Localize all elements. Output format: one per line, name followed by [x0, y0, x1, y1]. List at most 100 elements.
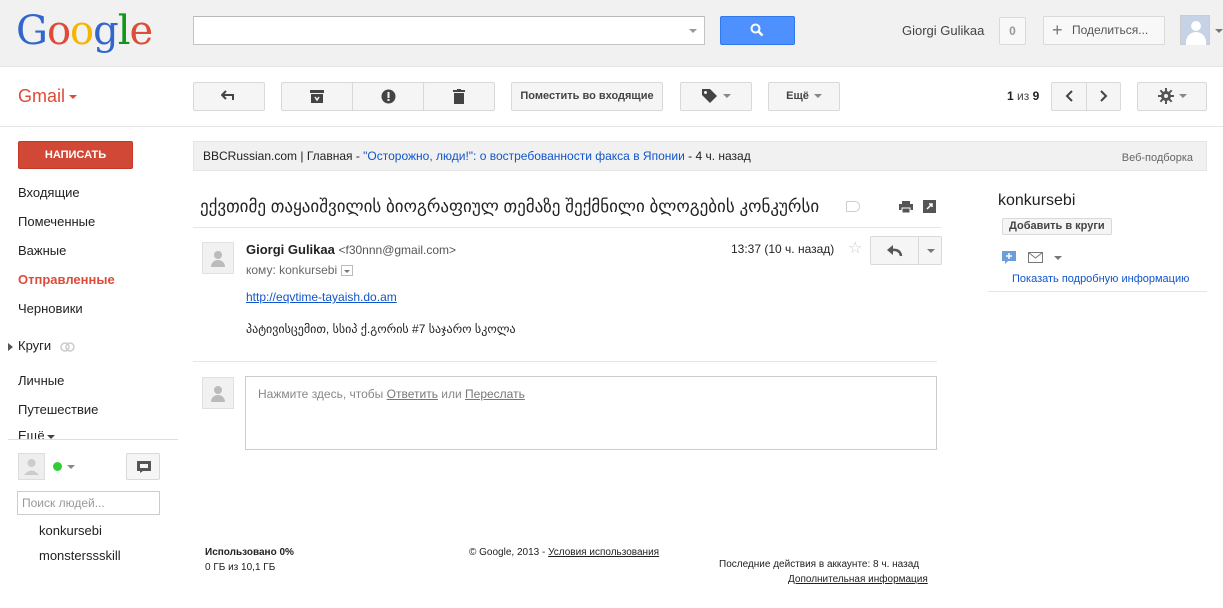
plus-icon: + — [1052, 20, 1063, 40]
reply-link[interactable]: Ответить — [387, 387, 438, 401]
avatar-body-shape — [211, 260, 225, 267]
labels-button[interactable] — [680, 82, 752, 111]
activity-details-text[interactable]: Дополнительная информация — [788, 574, 928, 585]
archive-icon — [310, 89, 324, 103]
search-button[interactable] — [720, 16, 795, 45]
compose-button[interactable]: НАПИСАТЬ — [18, 141, 133, 169]
logo-letter: e — [129, 8, 154, 54]
avatar-head-shape — [214, 251, 222, 259]
star-icon[interactable]: ☆ — [848, 238, 862, 258]
circles-label: Круги — [18, 338, 52, 353]
page-total: 9 — [1032, 89, 1040, 103]
sidebar-item-travel[interactable]: Путешествие — [18, 402, 178, 417]
delete-button[interactable] — [423, 82, 495, 111]
sidebar-item-personal[interactable]: Личные — [18, 373, 178, 388]
forward-link[interactable]: Переслать — [465, 387, 525, 401]
people-search-input[interactable]: Поиск людей... — [17, 491, 160, 515]
message-actions-dropdown[interactable] — [918, 236, 942, 265]
sidebar-item-important[interactable]: Важные — [18, 243, 178, 258]
avatar-head-shape — [214, 386, 222, 394]
reply-avatar — [202, 377, 234, 409]
message-body: პატივისცემით, სსიპ ქ.გორის #7 საჯარო სკო… — [246, 322, 516, 336]
activity-details-link[interactable]: Дополнительная информация — [788, 574, 928, 585]
contact-actions — [1002, 249, 1063, 265]
gmail-menu[interactable]: Gmail — [18, 86, 78, 107]
page-current: 1 — [1007, 89, 1014, 103]
share-button[interactable]: + Поделиться... — [1043, 16, 1165, 45]
web-clip-tag[interactable]: Веб-подборка — [1122, 144, 1193, 172]
last-activity: Последние действия в аккаунте: 8 ч. наза… — [719, 559, 920, 570]
back-button[interactable] — [193, 82, 265, 111]
video-chat-button[interactable] — [126, 453, 160, 480]
web-clip-banner: BBCRussian.com | Главная - "Осторожно, л… — [193, 141, 1207, 171]
storage-usage-title: Использовано 0% — [205, 547, 294, 558]
chevron-left-icon — [1065, 90, 1073, 102]
web-clip-headline-link[interactable]: "Осторожно, люди!": о востребованности ф… — [363, 149, 685, 163]
sender-name: Giorgi Gulikaa — [246, 242, 335, 257]
avatar-body-shape — [211, 395, 225, 402]
search-options-chevron-icon[interactable] — [689, 29, 697, 33]
google-logo[interactable]: Google — [16, 8, 154, 54]
more-button[interactable]: Ещё — [768, 82, 840, 111]
storage-usage-detail: 0 ГБ из 10,1 ГБ — [205, 562, 276, 573]
move-to-inbox-button[interactable]: Поместить во входящие — [511, 82, 663, 111]
video-icon — [137, 461, 151, 473]
older-button[interactable] — [1086, 82, 1121, 111]
sidebar-item-inbox[interactable]: Входящие — [18, 185, 178, 200]
mail-icon[interactable] — [1027, 252, 1043, 264]
chevron-down-icon — [722, 94, 731, 99]
label-icon[interactable] — [846, 201, 860, 212]
chat-avatar[interactable] — [18, 453, 45, 480]
message-link[interactable]: http://eqvtime-tayaish.do.am — [246, 290, 397, 304]
chevron-down-icon[interactable] — [1054, 255, 1063, 260]
logo-letter: G — [16, 8, 48, 54]
person-icon — [24, 459, 39, 475]
search-icon — [750, 23, 764, 37]
archive-button[interactable] — [281, 82, 353, 111]
search-input[interactable] — [193, 16, 705, 45]
status-chevron-icon[interactable] — [67, 465, 75, 469]
chevron-down-icon — [69, 95, 78, 100]
more-label: Ещё — [786, 90, 809, 102]
sidebar-item-circles[interactable]: Круги — [8, 338, 168, 353]
sidebar-divider — [8, 439, 178, 440]
sidebar-item-starred[interactable]: Помеченные — [18, 214, 178, 229]
top-bar: Google Giorgi Gulikaa 0 + Поделиться... — [0, 0, 1223, 67]
contact-item[interactable]: monstersss­kill — [39, 548, 121, 563]
sender-email: <f30nnn@gmail.com> — [338, 243, 457, 257]
web-clip-source: BBCRussian.com | Главная - — [203, 149, 364, 163]
reply-box[interactable]: Нажмите здесь, чтобы Ответить или Пересл… — [245, 376, 937, 450]
print-icon[interactable] — [899, 201, 913, 213]
new-window-icon[interactable] — [923, 200, 936, 213]
notification-count-button[interactable]: 0 — [999, 17, 1026, 45]
user-name[interactable]: Giorgi Gulikaa — [902, 23, 984, 38]
gear-icon — [1157, 88, 1174, 105]
account-chevron-icon — [1215, 29, 1223, 33]
online-status-icon[interactable] — [53, 462, 62, 471]
expand-arrow-icon — [8, 342, 13, 351]
reply-prompt-prefix: Нажмите здесь, чтобы — [258, 387, 387, 401]
settings-button[interactable] — [1137, 82, 1207, 111]
report-spam-button[interactable] — [352, 82, 424, 111]
logo-letter: o — [46, 8, 71, 54]
sidebar-item-sent[interactable]: Отправленные — [18, 272, 178, 287]
show-details-chevron-icon[interactable] — [341, 265, 354, 277]
sidebar-item-drafts[interactable]: Черновики — [18, 301, 178, 316]
message-sender[interactable]: Giorgi Gulikaa <f30nnn@gmail.com> — [246, 242, 456, 257]
show-details-link[interactable]: Показать подробную информацию — [1012, 273, 1189, 285]
reply-button[interactable] — [870, 236, 919, 265]
page-of: из — [1017, 89, 1030, 103]
sidebar-more-label: Ещё — [18, 428, 45, 439]
account-avatar[interactable] — [1180, 15, 1223, 45]
terms-link[interactable]: Условия использования — [548, 547, 659, 558]
add-chat-icon[interactable] — [1002, 251, 1016, 265]
thread-subject: ექვთიმე თაყაიშვილის ბიოგრაფიულ თემაზე შე… — [200, 197, 820, 216]
copyright-text: © Google, 2013 - — [469, 547, 549, 558]
sidebar-more[interactable]: Ещё — [18, 428, 178, 439]
newer-button[interactable] — [1051, 82, 1087, 111]
contact-panel-divider — [988, 291, 1207, 292]
logo-letter: l — [117, 8, 131, 54]
add-to-circles-button[interactable]: Добавить в круги — [1002, 218, 1112, 235]
recipient-line: кому: konkursebi — [246, 263, 354, 277]
contact-item[interactable]: konkursebi — [39, 523, 102, 538]
